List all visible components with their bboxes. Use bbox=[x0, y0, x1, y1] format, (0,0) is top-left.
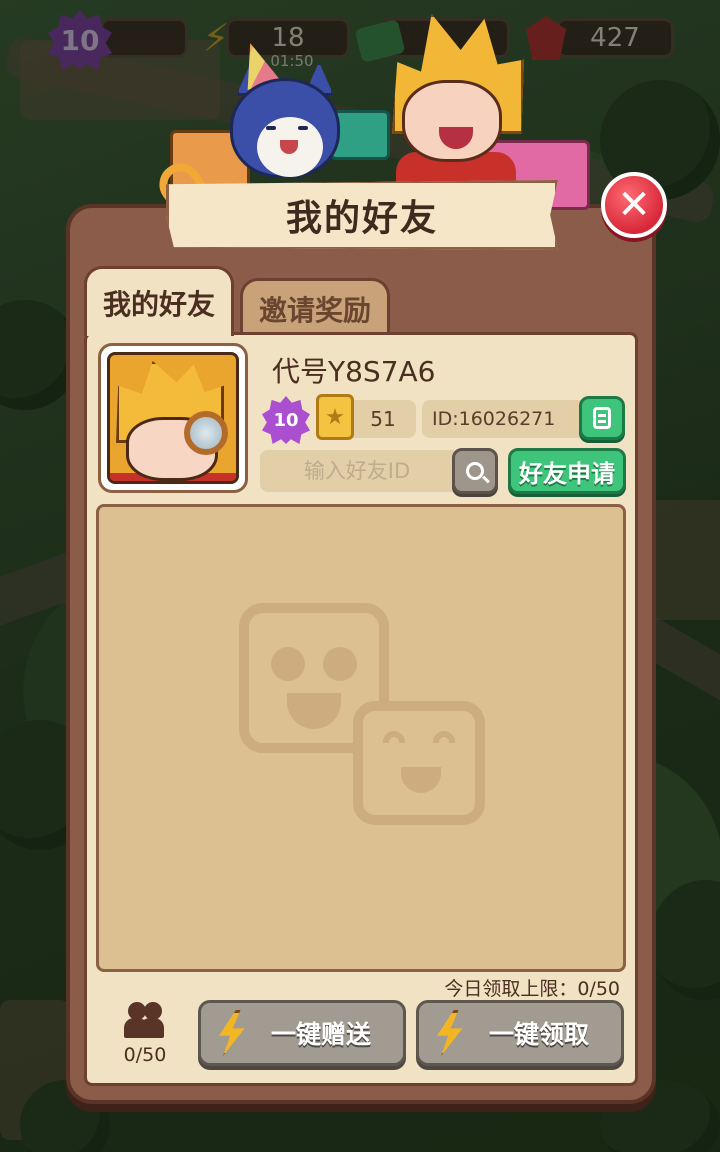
search-icon bbox=[466, 462, 484, 480]
claim-all-label: 一键领取 bbox=[488, 1020, 589, 1049]
lightning-icon bbox=[437, 1010, 463, 1056]
player-id: ID:16026271 bbox=[422, 400, 588, 438]
friend-list[interactable] bbox=[96, 504, 626, 972]
smiley-face-icon bbox=[353, 701, 485, 825]
claim-all-button[interactable]: 一键领取 bbox=[416, 1000, 624, 1066]
avatar[interactable] bbox=[98, 343, 248, 493]
close-button[interactable]: ✕ bbox=[601, 172, 667, 238]
tab-label: 邀请奖励 bbox=[258, 293, 371, 327]
magnifier-icon bbox=[184, 411, 228, 455]
dialog-title: 我的好友 bbox=[285, 198, 438, 239]
lightning-icon bbox=[219, 1010, 245, 1056]
star-card-icon: ★ bbox=[316, 394, 354, 440]
friend-request-button[interactable]: 好友申请 bbox=[508, 448, 626, 494]
copy-icon bbox=[593, 407, 611, 429]
copy-id-button[interactable] bbox=[579, 396, 625, 440]
tab-my-friends[interactable]: 我的好友 bbox=[84, 266, 234, 336]
tab-invite-rewards[interactable]: 邀请奖励 bbox=[240, 278, 390, 336]
search-button[interactable] bbox=[452, 448, 498, 494]
tab-label: 我的好友 bbox=[102, 287, 215, 321]
friends-icon bbox=[124, 1002, 166, 1038]
friend-id-input[interactable] bbox=[260, 450, 454, 492]
player-name: 代号Y8S7A6 bbox=[272, 355, 436, 388]
star-count: 51 bbox=[370, 407, 396, 431]
cat-character bbox=[230, 78, 350, 198]
friends-count: 0/50 bbox=[123, 1044, 167, 1066]
boy-character bbox=[392, 14, 532, 192]
close-icon: ✕ bbox=[617, 182, 651, 228]
gift-all-label: 一键赠送 bbox=[270, 1020, 371, 1049]
gift-all-button[interactable]: 一键赠送 bbox=[198, 1000, 406, 1066]
dialog-title-banner: 我的好友 bbox=[166, 180, 558, 250]
daily-claim-limit: 今日领取上限：0/50 bbox=[444, 978, 620, 1000]
